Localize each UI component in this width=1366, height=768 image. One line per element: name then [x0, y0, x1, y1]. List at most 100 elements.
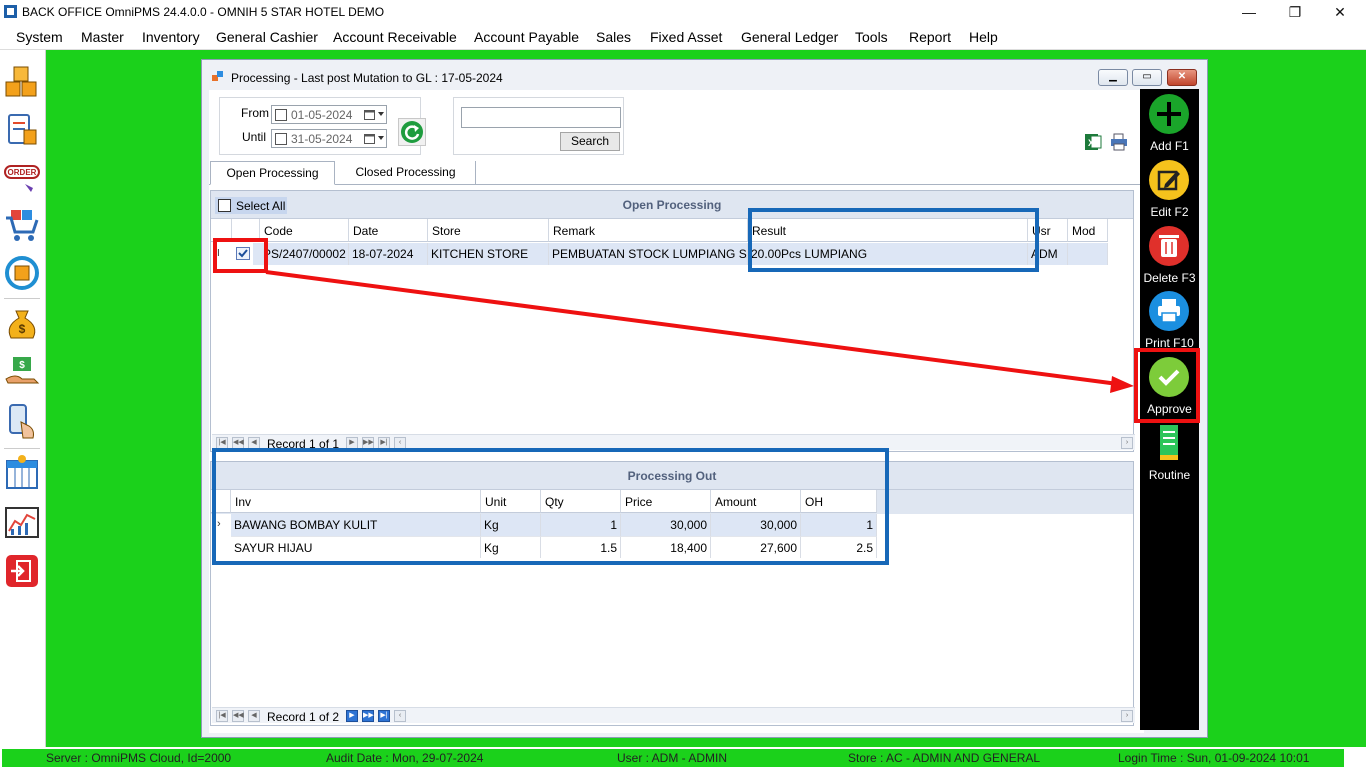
menu-bar: System Master Inventory General Cashier …: [0, 24, 1366, 50]
order-icon[interactable]: ORDER: [3, 160, 41, 198]
phone-touch-icon[interactable]: [3, 402, 41, 440]
from-date-picker[interactable]: 01-05-2024: [271, 105, 387, 124]
money-bag-icon[interactable]: $: [3, 304, 41, 342]
menu-account-receivable[interactable]: Account Receivable: [333, 29, 457, 45]
add-label: Add F1: [1150, 139, 1189, 153]
menu-sales[interactable]: Sales: [596, 29, 631, 45]
status-audit-date: Audit Date : Mon, 29-07-2024: [326, 751, 484, 765]
scroll-right-button[interactable]: ›: [1121, 437, 1133, 449]
menu-general-cashier[interactable]: General Cashier: [216, 29, 318, 45]
exit-icon[interactable]: [3, 552, 41, 590]
delete-label: Delete F3: [1143, 271, 1196, 285]
scroll-left-button[interactable]: ‹: [394, 710, 406, 722]
window-title: Processing - Last post Mutation to GL : …: [231, 71, 503, 85]
column-header-date[interactable]: Date: [349, 219, 428, 242]
excel-export-icon[interactable]: X: [1083, 132, 1103, 152]
last-record-button[interactable]: ▶|: [378, 710, 390, 722]
status-bar: Server : OmniPMS Cloud, Id=2000 Audit Da…: [0, 748, 1366, 768]
restore-button[interactable]: ❐: [1272, 2, 1318, 22]
cell-mod[interactable]: [1068, 243, 1108, 265]
print-icon: [1149, 291, 1189, 331]
app-titlebar: BACK OFFICE OmniPMS 24.4.0.0 - OMNIH 5 S…: [0, 0, 1366, 24]
menu-system[interactable]: System: [16, 29, 63, 45]
refresh-button[interactable]: [398, 118, 426, 146]
search-button[interactable]: Search: [560, 132, 620, 151]
result-highlight: [748, 208, 1039, 272]
menu-help[interactable]: Help: [969, 29, 998, 45]
next-record-button[interactable]: ▶: [346, 710, 358, 722]
app-title: BACK OFFICE OmniPMS 24.4.0.0 - OMNIH 5 S…: [22, 5, 385, 19]
until-label: Until: [242, 130, 267, 144]
routine-list-icon: [1160, 425, 1178, 460]
next-page-button[interactable]: ▶▶: [362, 710, 374, 722]
calendar-icon[interactable]: [3, 454, 41, 492]
print-button[interactable]: Print F10: [1140, 290, 1199, 352]
menu-master[interactable]: Master: [81, 29, 124, 45]
add-button[interactable]: Add F1: [1140, 93, 1199, 155]
until-date-value: 31-05-2024: [291, 132, 353, 146]
chevron-down-icon: [378, 112, 384, 116]
cart-icon[interactable]: [3, 205, 41, 243]
svg-text:$: $: [19, 360, 25, 371]
plus-icon: [1149, 94, 1189, 134]
window-close-button[interactable]: ✕: [1167, 69, 1197, 86]
until-date-picker[interactable]: 31-05-2024: [271, 129, 387, 148]
hand-money-icon[interactable]: $: [3, 353, 41, 391]
scroll-right-button[interactable]: ›: [1121, 710, 1133, 722]
cell-code[interactable]: PS/2407/00002: [260, 243, 349, 265]
edit-button[interactable]: Edit F2: [1140, 159, 1199, 221]
left-toolbar: ORDER $ $: [0, 50, 46, 747]
svg-text:ORDER: ORDER: [8, 168, 37, 177]
edit-icon: [1149, 160, 1189, 200]
menu-inventory[interactable]: Inventory: [142, 29, 200, 45]
tab-divider: [209, 184, 1144, 185]
routine-button[interactable]: Routine: [1140, 422, 1199, 484]
cell-store[interactable]: KITCHEN STORE: [428, 243, 549, 265]
column-header-remark[interactable]: Remark: [549, 219, 748, 242]
cell-date[interactable]: 18-07-2024: [349, 243, 428, 265]
delete-button[interactable]: Delete F3: [1140, 225, 1199, 287]
menu-fixed-asset[interactable]: Fixed Asset: [650, 29, 722, 45]
menu-report[interactable]: Report: [909, 29, 951, 45]
close-button[interactable]: ✕: [1317, 2, 1363, 22]
sync-icon[interactable]: [3, 254, 41, 292]
processing-window: Processing - Last post Mutation to GL : …: [201, 59, 1208, 738]
tab-closed-processing[interactable]: Closed Processing: [336, 161, 476, 185]
select-all-label: Select All: [236, 199, 286, 213]
prev-page-button[interactable]: ◀◀: [232, 710, 244, 722]
prev-record-button[interactable]: ◀: [248, 710, 260, 722]
column-header-code[interactable]: Code: [260, 219, 349, 242]
chart-icon[interactable]: [3, 503, 41, 541]
boxes-icon[interactable]: [3, 62, 41, 100]
clipboard-icon[interactable]: [3, 110, 41, 148]
window-minimize-button[interactable]: ▁: [1098, 69, 1128, 86]
column-header-store[interactable]: Store: [428, 219, 549, 242]
menu-account-payable[interactable]: Account Payable: [474, 29, 579, 45]
minimize-button[interactable]: —: [1226, 2, 1272, 22]
toolbar-separator: [4, 298, 40, 299]
window-titlebar: Processing - Last post Mutation to GL : …: [202, 60, 1207, 90]
search-input[interactable]: [461, 107, 621, 128]
select-all-checkbox[interactable]: [218, 199, 231, 212]
window-icon: [212, 71, 223, 81]
select-all-toggle[interactable]: Select All: [215, 197, 287, 214]
from-date-value: 01-05-2024: [291, 108, 353, 122]
chevron-down-icon: [378, 136, 384, 140]
menu-tools[interactable]: Tools: [855, 29, 888, 45]
from-date-checkbox[interactable]: [275, 109, 287, 121]
cell-remark[interactable]: PEMBUATAN STOCK LUMPIANG SAYUR: [549, 243, 748, 265]
first-record-button[interactable]: |◀: [216, 710, 228, 722]
calendar-small-icon: [364, 134, 375, 144]
menu-general-ledger[interactable]: General Ledger: [741, 29, 838, 45]
date-range-group: From 01-05-2024 Until 31-05-2024: [219, 97, 426, 155]
approve-highlight: [1134, 348, 1200, 423]
status-login-time: Login Time : Sun, 01-09-2024 10:01: [1118, 751, 1310, 765]
window-maximize-button[interactable]: ▭: [1132, 69, 1162, 86]
calendar-small-icon: [364, 110, 375, 120]
column-header-mod[interactable]: Mod: [1068, 219, 1108, 242]
until-date-checkbox[interactable]: [275, 133, 287, 145]
svg-text:$: $: [19, 322, 26, 336]
checkbox-highlight: [213, 238, 268, 273]
tab-open-processing[interactable]: Open Processing: [210, 161, 335, 185]
printer-icon[interactable]: [1110, 133, 1128, 151]
